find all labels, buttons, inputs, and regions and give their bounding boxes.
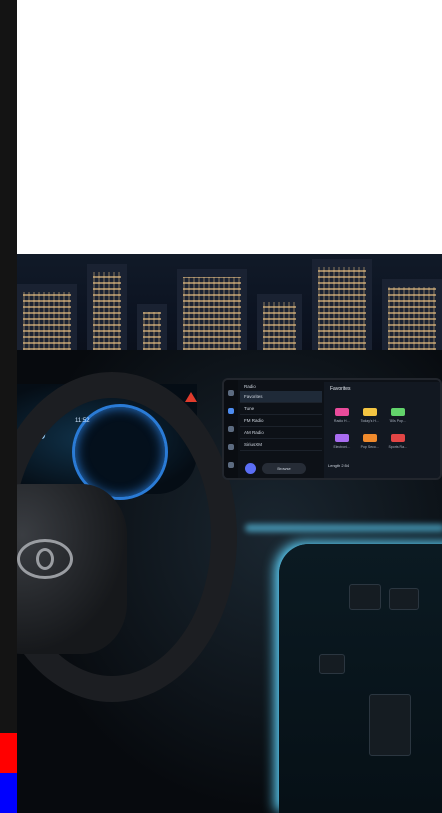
favorite-tile[interactable]: Pop Seco… [358,434,382,449]
assistant-icon[interactable] [245,463,256,474]
apps-icon[interactable] [228,462,234,468]
car-interior-photo: 0 11:52 Radio Favorites Tune FM Radio AM… [17,254,442,813]
favorite-label: Pop Seco… [360,445,380,449]
favorites-title: Favorites [330,386,351,392]
favorites-panel: Favorites Radio H… Today's H… '80s Pop… [324,382,440,478]
station-logo-icon [363,408,377,416]
phone-icon[interactable] [228,426,234,432]
console-button [319,654,345,674]
menu-item-fm-radio[interactable]: FM Radio [240,415,322,427]
favorite-tile[interactable]: Today's H… [358,408,382,423]
favorites-grid-row2: Electroni… Pop Seco… Sports Ra… [330,434,410,449]
favorite-label: Today's H… [360,419,380,423]
favorite-tile[interactable]: '80s Pop… [386,408,410,423]
blue-marker [0,773,17,813]
back-icon[interactable] [228,390,234,396]
red-marker [0,733,17,773]
left-rail [0,0,17,813]
car-icon[interactable] [228,444,234,450]
now-playing: Length 2:54 [328,463,350,468]
favorite-tile[interactable]: Electroni… [330,434,354,449]
browse-button[interactable]: Browse [262,463,306,474]
hazard-icon [185,392,197,402]
favorite-tile[interactable]: Radio H… [330,408,354,423]
station-logo-icon [335,408,349,416]
station-logo-icon [391,408,405,416]
favorite-label: Sports Ra… [388,445,408,449]
infotainment-screen: Radio Favorites Tune FM Radio AM Radio S… [222,378,442,480]
radio-menu: Radio Favorites Tune FM Radio AM Radio S… [240,382,322,478]
gear-selector [369,694,411,756]
station-logo-icon [391,434,405,442]
menu-item-tune[interactable]: Tune [240,403,322,415]
menu-item-siriusxm[interactable]: SiriusXM [240,439,322,451]
console-button [349,584,381,610]
favorite-label: '80s Pop… [389,419,407,423]
favorite-tile[interactable]: Sports Ra… [386,434,410,449]
radio-header: Radio [244,384,256,389]
screen-side-nav [224,380,238,478]
favorite-label: Radio H… [333,419,351,423]
station-logo-icon [363,434,377,442]
station-logo-icon [335,434,349,442]
favorites-grid: Radio H… Today's H… '80s Pop… [330,408,410,423]
center-console [279,544,442,813]
favorite-label: Electroni… [333,445,351,449]
toyota-logo-icon [17,539,73,579]
menu-item-favorites[interactable]: Favorites [240,391,322,403]
blank-area [17,0,442,254]
console-button [389,588,419,610]
music-icon[interactable] [228,408,234,414]
menu-item-am-radio[interactable]: AM Radio [240,427,322,439]
ambient-light [245,524,442,532]
